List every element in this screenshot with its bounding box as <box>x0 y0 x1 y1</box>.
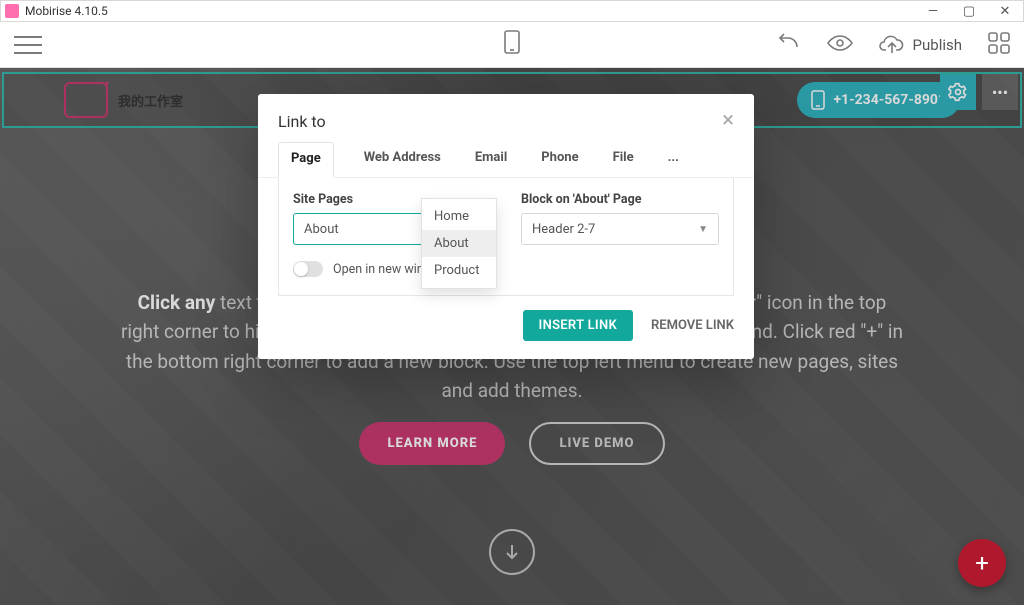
page-canvas: 我的工作室 +1-234-567-8901 ••• Click any text… <box>0 68 1024 605</box>
extensions-icon[interactable] <box>988 32 1010 58</box>
tab-email[interactable]: Email <box>471 142 511 177</box>
tab-more[interactable]: ... <box>664 142 683 177</box>
window-titlebar: Mobirise 4.10.5 — ▢ ✕ <box>0 0 1024 22</box>
tab-phone[interactable]: Phone <box>537 142 582 177</box>
link-dialog: Link to × Page Web Address Email Phone F… <box>258 94 754 359</box>
site-pages-value: About <box>304 222 339 237</box>
add-block-fab[interactable]: + <box>958 539 1006 587</box>
tab-file[interactable]: File <box>609 142 638 177</box>
open-new-window-toggle[interactable] <box>293 261 323 277</box>
site-pages-dropdown: Home About Product <box>421 198 497 289</box>
dialog-title: Link to <box>278 112 326 131</box>
undo-icon[interactable] <box>775 33 801 57</box>
block-on-page-label: Block on 'About' Page <box>521 192 719 207</box>
tab-page[interactable]: Page <box>278 142 334 178</box>
insert-link-button[interactable]: INSERT LINK <box>523 310 633 341</box>
publish-button[interactable]: Publish <box>879 35 962 55</box>
window-minimize-button[interactable]: — <box>925 4 941 19</box>
dialog-tabs: Page Web Address Email Phone File ... <box>258 142 754 178</box>
dialog-close-icon[interactable]: × <box>722 110 734 132</box>
option-product[interactable]: Product <box>422 257 496 284</box>
app-logo-icon <box>5 4 19 18</box>
block-select[interactable]: Header 2-7 ▼ <box>521 213 719 245</box>
device-preview-icon[interactable] <box>502 30 522 60</box>
tab-web-address[interactable]: Web Address <box>360 142 445 177</box>
block-value: Header 2-7 <box>532 222 595 237</box>
window-close-button[interactable]: ✕ <box>997 4 1013 19</box>
publish-label: Publish <box>913 36 962 54</box>
preview-eye-icon[interactable] <box>827 34 853 56</box>
window-title: Mobirise 4.10.5 <box>25 4 108 18</box>
app-toolbar: Publish <box>0 22 1024 68</box>
option-home[interactable]: Home <box>422 203 496 230</box>
menu-button[interactable] <box>14 36 42 54</box>
remove-link-button[interactable]: REMOVE LINK <box>651 318 734 333</box>
window-maximize-button[interactable]: ▢ <box>961 4 977 19</box>
option-about[interactable]: About <box>422 230 496 257</box>
chevron-down-icon: ▼ <box>698 224 708 235</box>
